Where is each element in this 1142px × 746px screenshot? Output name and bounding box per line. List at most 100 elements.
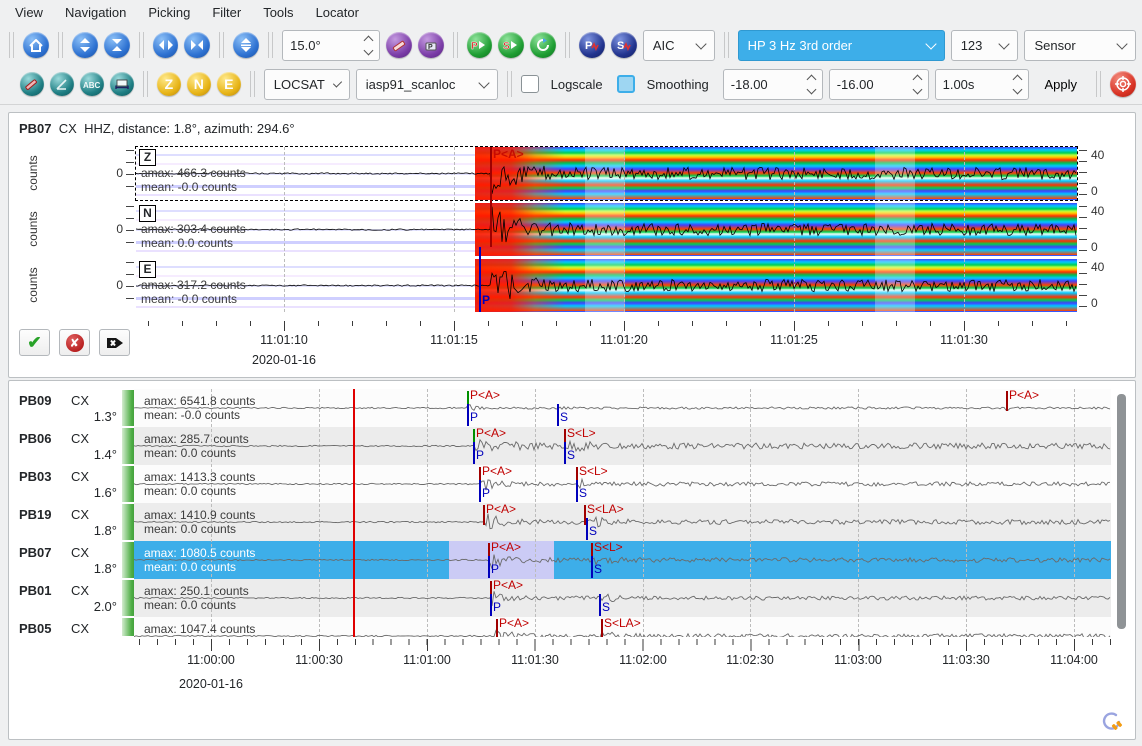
component-set-select[interactable]: 123 [951, 30, 1019, 61]
auto-pick-label: P<A> [1009, 389, 1039, 402]
logscale-checkbox[interactable] [521, 75, 539, 93]
relocate-button[interactable] [1110, 71, 1136, 97]
gain-mode-select[interactable]: Sensor [1024, 30, 1136, 61]
trace-area[interactable]: amax: 6541.8 countsmean: -0.0 countsP<A>… [134, 389, 1111, 427]
station-row-PB19[interactable]: PB19CX1.8°amax: 1410.9 countsmean: 0.0 c… [9, 503, 1135, 541]
trace-area[interactable]: amax: 285.7 countsmean: 0.0 countsP<A>PS… [134, 427, 1111, 465]
align-ruler-button[interactable] [110, 72, 134, 96]
auto-pick-line[interactable] [496, 619, 498, 637]
menu-view[interactable]: View [4, 2, 54, 23]
rotation-angle-spinner[interactable]: 15.0° [282, 30, 380, 61]
filter-select[interactable]: HP 3 Hz 3rd order [738, 30, 945, 61]
component-panel-E[interactable]: Eamax: 317.2 countsmean: -0.0 counts [136, 259, 1077, 312]
manual-pick-line[interactable] [488, 556, 490, 578]
goto-next-s-button[interactable]: S [498, 32, 524, 58]
waveform [134, 389, 1111, 427]
trace-picker-panel: PB07 CX HHZ, distance: 1.8°, azimuth: 29… [8, 112, 1136, 378]
auto-pick-line[interactable] [1006, 391, 1008, 411]
waveform [136, 203, 1077, 256]
amplitude-axis-ruler [126, 150, 134, 197]
default-scale-button[interactable] [233, 32, 259, 58]
phase-labels-button[interactable]: ABC [80, 72, 104, 96]
station-row-PB01[interactable]: PB01CX2.0°amax: 250.1 countsmean: 0.0 co… [9, 579, 1135, 617]
network-code: CX [71, 431, 89, 446]
manual-pick-line[interactable] [586, 518, 588, 540]
secondary-toolbar: ABC Z N E LOCSAT iasp91_scanloc Logscale… [0, 64, 1142, 105]
station-row-PB03[interactable]: PB03CX1.6°amax: 1413.3 countsmean: 0.0 c… [9, 465, 1135, 503]
manual-pick-line[interactable] [557, 404, 559, 426]
repick-button[interactable] [530, 32, 556, 58]
spectrum-max-spinner[interactable]: -16.00 [829, 69, 929, 100]
trace-area[interactable]: amax: 1413.3 countsmean: 0.0 countsP<A>P… [134, 465, 1111, 503]
time-zoom-out-button[interactable] [153, 32, 179, 58]
trace-area[interactable]: amax: 1080.5 countsmean: 0.0 countsP<A>P… [134, 541, 1111, 579]
component-panel-N[interactable]: Namax: 303.4 countsmean: 0.0 counts [136, 203, 1077, 256]
spectrum-min-spinner[interactable]: -18.00 [723, 69, 823, 100]
amplitude-zoom-in-button[interactable] [104, 32, 130, 58]
component-e-button[interactable]: E [217, 72, 241, 96]
menu-locator[interactable]: Locator [305, 2, 370, 23]
manual-pick-label: S [594, 562, 602, 576]
manual-pick-line[interactable] [599, 594, 601, 616]
spectrogram-tool-button[interactable] [20, 72, 44, 96]
time-tick-label: 11:03:30 [942, 653, 990, 667]
confirm-pick-button[interactable]: ✔ [19, 329, 50, 356]
menu-tools[interactable]: Tools [252, 2, 304, 23]
station-row-PB05[interactable]: PB05CXamax: 1047.4 countsmean: 0.0 count… [9, 617, 1135, 637]
svg-text:S: S [617, 40, 624, 52]
locator-profile-select[interactable]: iasp91_scanloc [356, 69, 498, 100]
component-panel-Z[interactable]: Zamax: 466.3 countsmean: -0.0 counts [136, 147, 1077, 200]
distance-value: 1.6° [65, 485, 117, 500]
auto-pick-label: P<A> [491, 541, 521, 554]
p-phase-pick-button[interactable]: P [579, 32, 605, 58]
component-z-button[interactable]: Z [157, 72, 181, 96]
menu-filter[interactable]: Filter [201, 2, 252, 23]
time-zoom-in-button[interactable] [184, 32, 210, 58]
station-code: PB19 [19, 507, 52, 522]
amplitude-zoom-out-button[interactable] [72, 32, 98, 58]
auto-pick-line[interactable] [483, 505, 485, 525]
station-code: PB07 [19, 545, 52, 560]
vertical-scrollbar[interactable] [1117, 394, 1126, 629]
trace-area[interactable]: amax: 1047.4 countsmean: 0.0 countsP<A>S… [134, 617, 1111, 637]
trace-area[interactable]: amax: 250.1 countsmean: 0.0 countsP<A>PS [134, 579, 1111, 617]
manual-pick-line[interactable] [467, 404, 469, 426]
manual-pick-line[interactable] [564, 442, 566, 464]
reject-pick-button[interactable]: ✘ [59, 329, 90, 356]
station-row-PB06[interactable]: PB06CX1.4°amax: 285.7 countsmean: 0.0 co… [9, 427, 1135, 465]
angle-tool-button[interactable] [50, 72, 74, 96]
goto-next-p-button[interactable]: P [467, 32, 493, 58]
station-row-PB09[interactable]: PB09CX1.3°amax: 6541.8 countsmean: -0.0 … [9, 389, 1135, 427]
component-n-button[interactable]: N [187, 72, 211, 96]
apply-button[interactable]: Apply [1035, 73, 1088, 96]
manual-pick-line[interactable] [591, 556, 593, 578]
amplitude-tick: 0 [101, 278, 123, 292]
measure-tool-button[interactable] [386, 32, 412, 58]
station-code: PB05 [19, 621, 52, 636]
locator-select[interactable]: LOCSAT [264, 69, 350, 100]
menu-navigation[interactable]: Navigation [54, 2, 137, 23]
toolbar-separator [724, 32, 729, 58]
manual-pick-line[interactable] [473, 442, 475, 464]
smoothing-checkbox[interactable] [617, 75, 635, 93]
pick-mode-button[interactable]: P [418, 32, 444, 58]
picker-algorithm-select[interactable]: AIC [643, 30, 715, 61]
auto-pick-label: S<L> [594, 541, 623, 554]
manual-pick-line[interactable] [576, 480, 578, 502]
menu-picking[interactable]: Picking [137, 2, 201, 23]
skip-trace-button[interactable] [99, 329, 130, 356]
station-row-PB07[interactable]: PB07CX1.8°amax: 1080.5 countsmean: 0.0 c… [9, 541, 1135, 579]
manual-pick-line[interactable] [490, 594, 492, 616]
toolbar-separator [58, 32, 63, 58]
svg-text:P: P [428, 44, 433, 51]
s-phase-pick-button[interactable]: S [611, 32, 637, 58]
mean-value: mean: -0.0 counts [141, 180, 237, 194]
home-button[interactable] [23, 32, 49, 58]
network-code: CX [71, 469, 89, 484]
station-code: PB06 [19, 431, 52, 446]
main-toolbar: 15.0° P P S P S AIC HP 3 Hz 3rd [0, 26, 1142, 64]
trace-area[interactable]: amax: 1410.9 countsmean: 0.0 countsP<A>S… [134, 503, 1111, 541]
auto-pick-line[interactable] [601, 619, 603, 637]
time-window-spinner[interactable]: 1.00s [935, 69, 1029, 100]
manual-pick-line[interactable] [479, 480, 481, 502]
